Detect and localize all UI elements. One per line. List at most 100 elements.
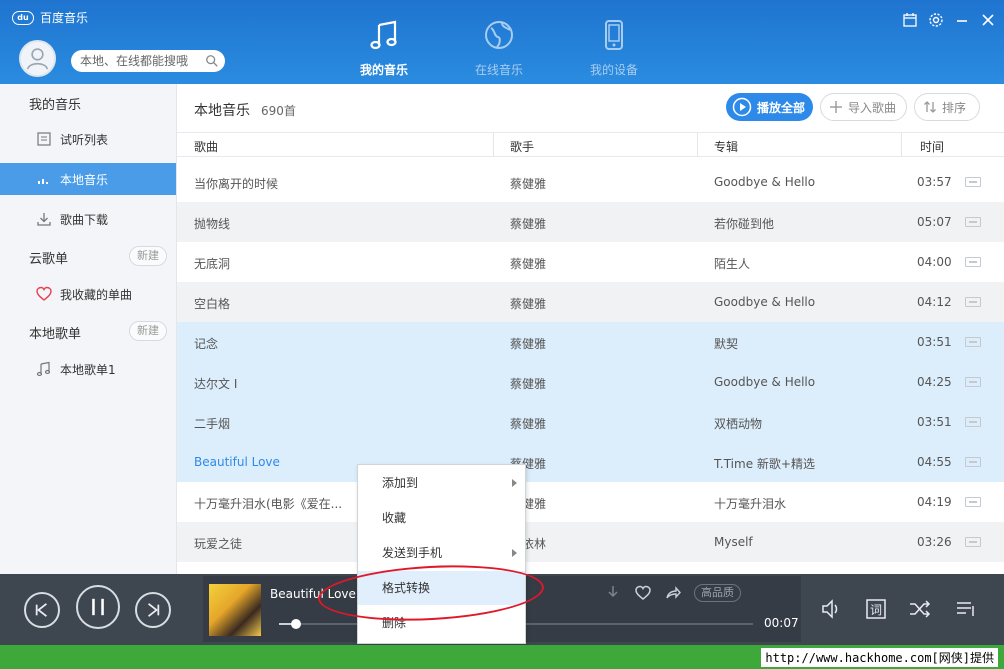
song-duration: 04:00 [917,255,952,269]
song-artist: 蔡健雅 [510,337,547,351]
context-menu-item-label: 收藏 [382,511,407,525]
share-icon[interactable] [664,584,682,602]
mv-icon[interactable] [965,297,981,307]
mv-icon[interactable] [965,217,981,227]
heart-icon[interactable] [634,584,652,602]
context-menu-item[interactable]: 格式转换 [358,571,525,605]
user-icon [26,48,49,70]
volume-icon[interactable] [820,597,844,621]
quality-badge[interactable]: 高品质 [694,584,741,602]
baidu-music-logo-icon: du [12,10,34,25]
mv-icon[interactable] [965,257,981,267]
pause-button[interactable] [76,585,120,629]
song-duration: 04:25 [917,375,952,389]
close-icon[interactable] [980,12,996,28]
sidebar-heading-cloud-playlists: 云歌单 [29,252,69,267]
song-album: Goodbye & Hello [714,295,816,309]
table-row[interactable]: 当你离开的时候 蔡健雅 Goodbye & Hello 03:57 [177,162,1004,202]
search-input[interactable] [71,50,199,72]
sidebar-item-downloads[interactable]: 歌曲下载 [0,203,176,235]
playlist-icon[interactable] [954,597,978,621]
album-cover[interactable] [209,584,261,636]
tab-online-music[interactable]: 在线音乐 [454,18,544,78]
now-playing-actions: 高品质 [604,584,741,602]
skip-next-icon [148,603,160,617]
mv-icon[interactable] [965,537,981,547]
previous-button[interactable] [24,592,60,628]
mv-icon[interactable] [965,417,981,427]
skip-previous-icon [35,603,47,617]
user-avatar[interactable] [19,40,56,77]
tab-online-music-label: 在线音乐 [474,63,523,77]
song-title: 玩爱之徒 [194,537,243,551]
next-button[interactable] [135,592,171,628]
table-row[interactable]: 无底洞 蔡健雅 陌生人 04:00 [177,242,1004,282]
lyrics-icon[interactable]: 词 [864,597,888,621]
song-artist: 蔡健雅 [510,257,547,271]
pause-icon [92,598,104,616]
progress-knob[interactable] [291,619,301,629]
column-header-artist[interactable]: 歌手 [510,138,534,155]
tab-my-music[interactable]: 我的音乐 [339,18,429,78]
table-row[interactable]: 二手烟 蔡健雅 双栖动物 03:51 [177,402,1004,442]
song-title: 二手烟 [194,417,231,431]
sort-label: 排序 [942,100,967,115]
mv-icon[interactable] [965,457,981,467]
tab-my-device[interactable]: 我的设备 [569,18,659,78]
song-album: 双栖动物 [714,417,763,431]
column-header-song[interactable]: 歌曲 [194,138,218,155]
search-box[interactable] [71,50,225,72]
song-duration: 03:26 [917,535,952,549]
gear-icon[interactable] [928,12,944,28]
table-row[interactable]: 空白格 蔡健雅 Goodbye & Hello 04:12 [177,282,1004,322]
song-duration: 04:12 [917,295,952,309]
sort-button[interactable]: 排序 [914,93,980,121]
context-menu: 添加到收藏发送到手机 格式转换删除 [357,464,526,644]
shuffle-icon[interactable] [908,597,932,621]
table-row[interactable]: 玩爱之徒 蔡依林 Myself 03:26 [177,522,1004,562]
download-icon [37,213,51,226]
sidebar-item-local-playlist-1[interactable]: 本地歌单1 [0,353,176,385]
song-list: 当你离开的时候 蔡健雅 Goodbye & Hello 03:57 抛物线 蔡健雅 若你碰到… [177,162,1004,562]
mv-icon[interactable] [965,337,981,347]
song-album: T.Time 新歌+精选 [714,457,815,471]
table-row[interactable]: 达尔文 I 蔡健雅 Goodbye & Hello 04:25 [177,362,1004,402]
sidebar-heading-my-music: 我的音乐 [29,98,82,113]
context-menu-item[interactable]: 添加到 [358,466,525,500]
song-duration: 04:19 [917,495,952,509]
sidebar-item-favorite-songs[interactable]: 我收藏的单曲 [0,278,176,310]
mv-icon[interactable] [965,497,981,507]
context-menu-item-label: 删除 [382,616,407,630]
list-icon [37,132,51,146]
table-row[interactable]: 记念 蔡健雅 默契 03:51 [177,322,1004,362]
new-local-playlist-button[interactable]: 新建 [129,321,167,341]
download-icon[interactable] [604,584,622,602]
context-menu-item[interactable]: 删除 [358,606,525,640]
music-note-icon [36,361,51,377]
context-menu-item[interactable]: 发送到手机 [358,536,525,570]
song-artist: 蔡健雅 [510,217,547,231]
song-artist: 蔡健雅 [510,377,547,391]
submenu-arrow-icon [512,549,517,557]
new-cloud-playlist-button[interactable]: 新建 [129,246,167,266]
mv-icon[interactable] [965,377,981,387]
play-all-button[interactable]: 播放全部 [726,93,813,121]
import-songs-button[interactable]: 导入歌曲 [820,93,907,121]
sidebar-item-trial-list[interactable]: 试听列表 [0,123,176,155]
mv-icon[interactable] [965,177,981,187]
column-header-time[interactable]: 时间 [920,138,944,155]
submenu-arrow-icon [512,479,517,487]
song-album: Goodbye & Hello [714,375,816,389]
context-menu-item[interactable]: 收藏 [358,501,525,535]
column-header-album[interactable]: 专辑 [714,138,738,155]
minimize-icon[interactable] [954,12,970,28]
sidebar-item-local-music[interactable]: 本地音乐 [0,163,176,195]
watermark-strip: http://www.hackhome.com[网侠]提供 [0,645,1004,669]
table-row[interactable]: 十万毫升泪水(电影《爱在... 蔡健雅 十万毫升泪水 04:19 [177,482,1004,522]
calendar-icon[interactable] [902,12,918,28]
song-album: 十万毫升泪水 [714,497,787,511]
table-row[interactable]: Beautiful Love 蔡健雅 T.Time 新歌+精选 04:55 [177,442,1004,482]
table-row[interactable]: 抛物线 蔡健雅 若你碰到他 05:07 [177,202,1004,242]
search-icon[interactable] [205,54,219,68]
sidebar-item-label: 本地音乐 [60,172,109,187]
